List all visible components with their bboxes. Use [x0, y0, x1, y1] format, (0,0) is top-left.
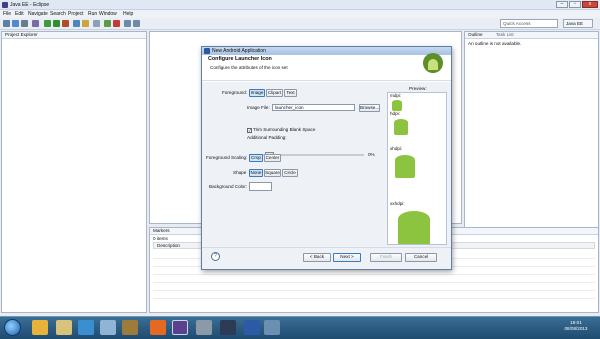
dialog-heading: Configure Launcher Icon [208, 56, 272, 62]
scaling-crop-button[interactable]: Crop [249, 154, 263, 162]
new-icon[interactable] [3, 20, 10, 27]
maximize-button[interactable]: ▫ [569, 1, 581, 8]
preview-hdpi-label: hdpi: [390, 111, 400, 116]
finish-button: Finish [370, 253, 402, 262]
foreground-label: Foreground: [222, 90, 248, 95]
eclipse-taskbar-icon[interactable] [172, 320, 188, 335]
print-icon[interactable] [21, 20, 28, 27]
markers-title: Markers [153, 228, 170, 233]
outline-title: Outline [468, 32, 483, 37]
dialog-title: New Android Application [212, 48, 266, 54]
chrome-icon[interactable] [32, 320, 48, 335]
trim-checkbox[interactable]: ✓ [247, 128, 252, 133]
android-logo-icon [423, 53, 443, 73]
table-row [153, 274, 595, 275]
preview-xhdpi-label: xhdpi: [390, 146, 403, 151]
project-explorer-title: Project Explorer [5, 32, 38, 37]
foreground-text-button[interactable]: Text [284, 89, 297, 97]
file-explorer-icon[interactable] [56, 320, 72, 335]
new-android-application-dialog: New Android Application Configure Launch… [201, 46, 452, 270]
next-button[interactable]: Next > [333, 253, 361, 262]
java-ee-perspective-button[interactable]: Java EE [563, 19, 593, 28]
search-icon[interactable] [93, 20, 100, 27]
outline-tab[interactable]: Outline Task List [465, 32, 598, 39]
shape-circle-button[interactable]: Circle [282, 169, 298, 177]
dialog-icon [204, 48, 210, 54]
help-icon[interactable]: ? [211, 252, 220, 261]
back-icon[interactable] [124, 20, 131, 27]
menu-edit[interactable]: Edit [15, 11, 24, 17]
back-button[interactable]: < Back [303, 253, 331, 262]
cancel-button[interactable]: Cancel [405, 253, 437, 262]
firefox-icon[interactable] [150, 320, 166, 335]
window-title-bar: Java EE - Eclipse – ▫ x [0, 0, 600, 10]
browse-button[interactable]: Browse... [359, 104, 380, 112]
image-file-label: Image File: [247, 105, 270, 110]
trim-label: Trim Surrounding Blank Space [253, 127, 316, 132]
open-type-icon[interactable] [82, 20, 89, 27]
menu-run[interactable]: Run [88, 11, 97, 17]
taskbar-clock[interactable]: 19:01 08/08/2013 [556, 320, 596, 332]
task-list-tab[interactable]: Task List [496, 32, 514, 37]
app-icon[interactable] [122, 320, 138, 335]
terminal-icon[interactable] [220, 320, 236, 335]
scaling-label: Foreground Scaling: [206, 155, 248, 160]
start-button[interactable] [4, 319, 21, 336]
menu-navigate[interactable]: Navigate [28, 11, 48, 17]
table-row [153, 282, 595, 283]
debug-icon[interactable] [44, 20, 51, 27]
new-class-icon[interactable] [73, 20, 80, 27]
eclipse-icon [2, 2, 8, 8]
shape-none-button[interactable]: None [249, 169, 263, 177]
window-title: Java EE - Eclipse [10, 2, 50, 8]
project-explorer-tab[interactable]: Project Explorer [2, 32, 146, 39]
menu-help[interactable]: Help [123, 11, 133, 17]
minimize-button[interactable]: – [556, 1, 568, 8]
menu-search[interactable]: Search [50, 11, 66, 17]
external-tools-icon[interactable] [62, 20, 69, 27]
background-color-label: Background Color: [209, 184, 248, 189]
image-file-input[interactable]: launcher_icon [272, 104, 355, 111]
menu-file[interactable]: File [3, 11, 11, 17]
padding-value: 0% [368, 152, 375, 157]
android-sdk-icon[interactable] [104, 20, 111, 27]
background-color-swatch[interactable] [249, 182, 272, 191]
screen-icon[interactable] [264, 320, 280, 335]
remote-desktop-icon[interactable] [78, 320, 94, 335]
quick-access-input[interactable]: Quick Access [500, 19, 558, 28]
save-icon[interactable] [12, 20, 19, 27]
close-button[interactable]: x [582, 1, 598, 8]
table-row [153, 298, 595, 299]
shape-label: Shape [233, 170, 247, 175]
tools-icon[interactable] [196, 320, 212, 335]
menu-project[interactable]: Project [68, 11, 84, 17]
menu-bar: File Edit Navigate Search Project Run Wi… [0, 10, 600, 18]
scaling-center-button[interactable]: Center [264, 154, 281, 162]
project-explorer-view: Project Explorer [1, 31, 147, 313]
dialog-title-bar: New Android Application [202, 47, 451, 55]
foreground-clipart-button[interactable]: Clipart [266, 89, 283, 97]
word-icon[interactable] [244, 320, 260, 335]
network-icon[interactable] [100, 320, 116, 335]
table-row [153, 290, 595, 291]
outline-message: An outline is not available. [468, 41, 522, 46]
menu-window[interactable]: Window [99, 11, 117, 17]
terminate-icon[interactable] [113, 20, 120, 27]
run-icon[interactable] [53, 20, 60, 27]
padding-label: Additional Padding: [247, 135, 287, 140]
preview-xxhdpi-label: xxhdpi: [390, 201, 405, 206]
preview-panel: mdpi: hdpi: xhdpi: xxhdpi: [387, 92, 447, 245]
clock-date: 08/08/2013 [564, 326, 588, 331]
forward-icon[interactable] [133, 20, 140, 27]
foreground-image-button[interactable]: Image [249, 89, 265, 97]
preview-mdpi-label: mdpi: [390, 93, 402, 98]
server-icon[interactable] [32, 20, 39, 27]
dialog-subheading: Configure the attributes of the icon set [210, 65, 288, 70]
shape-square-button[interactable]: Square [264, 169, 281, 177]
